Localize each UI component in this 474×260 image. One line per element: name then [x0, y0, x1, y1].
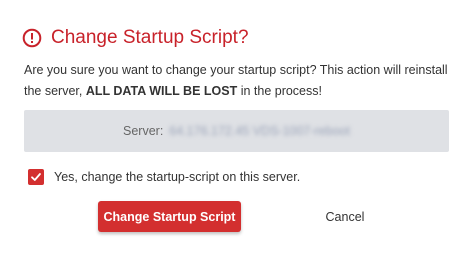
checkmark-icon	[31, 173, 41, 181]
cancel-button[interactable]: Cancel	[300, 201, 390, 232]
server-value: 64.176.172.45 VDS-1007-reboot	[169, 124, 350, 138]
server-label: Server:	[123, 124, 164, 138]
message-text-end: in the process!	[237, 83, 322, 98]
dialog-title: Change Startup Script?	[51, 27, 249, 48]
dialog-header: Change Startup Script?	[22, 26, 249, 50]
data-loss-warning: ALL DATA WILL BE LOST	[85, 83, 238, 98]
warning-message: Are you sure you want to change your sta…	[24, 60, 464, 101]
change-startup-script-button[interactable]: Change Startup Script	[98, 201, 241, 232]
change-startup-script-dialog: Change Startup Script? Are you sure you …	[0, 0, 474, 260]
confirm-row: Yes, change the startup-script on this s…	[28, 168, 300, 186]
warning-circle-icon	[22, 28, 42, 48]
confirm-checkbox[interactable]	[28, 169, 44, 185]
server-info-box: Server: 64.176.172.45 VDS-1007-reboot	[24, 110, 449, 152]
confirm-checkbox-label[interactable]: Yes, change the startup-script on this s…	[54, 170, 300, 184]
